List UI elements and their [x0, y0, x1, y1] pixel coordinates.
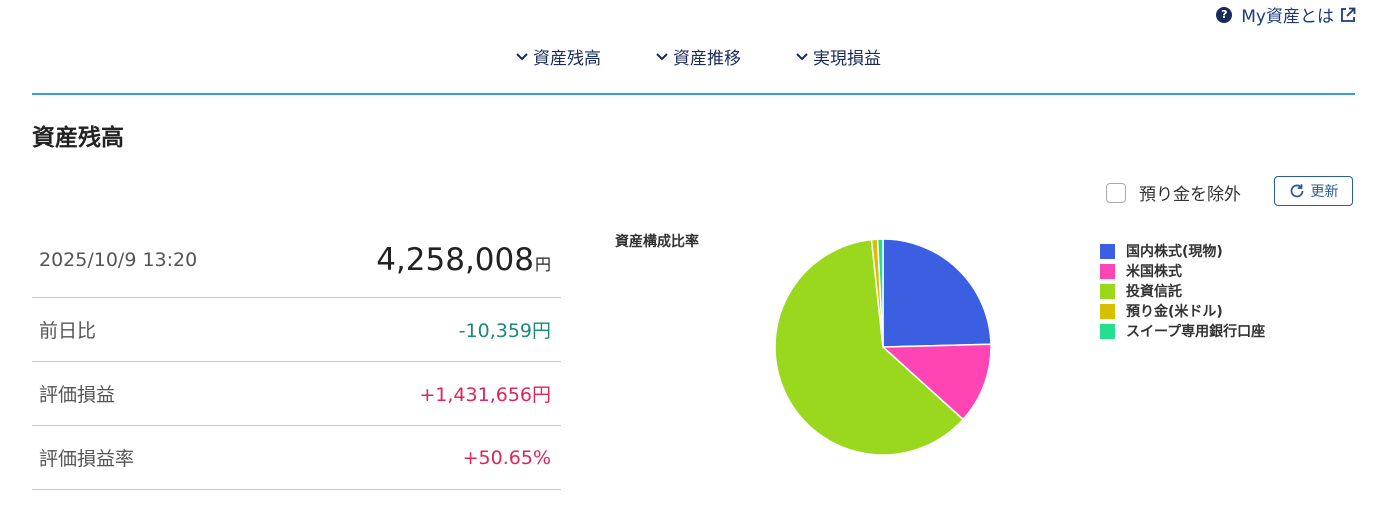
anchor-asset-trend[interactable]: 資産推移 [655, 44, 741, 69]
summary-row-unrealized-pl: 評価損益 +1,431,656円 [32, 362, 561, 426]
legend-swatch [1100, 243, 1115, 259]
unrealized-pl-value: +1,431,656円 [419, 384, 551, 406]
anchor-label: 資産推移 [673, 49, 741, 69]
summary-label: 前日比 [39, 320, 97, 342]
help-link-label: My資産とは [1241, 7, 1334, 27]
anchor-label: 実現損益 [813, 49, 881, 69]
pie-slice-1 [882, 238, 992, 348]
chart-title: 資産構成比率 [615, 234, 699, 250]
refresh-label: 更新 [1310, 184, 1339, 200]
legend-item: 預り金(米ドル) [1100, 301, 1265, 321]
legend-swatch [1100, 323, 1115, 339]
legend-label: 投資信託 [1126, 284, 1182, 300]
legend-swatch [1100, 303, 1115, 319]
day-change-value: -10,359円 [458, 320, 551, 342]
legend-item: スイープ専用銀行口座 [1100, 321, 1265, 341]
legend-label: スイープ専用銀行口座 [1126, 324, 1266, 340]
asset-summary-table: 2025/10/9 13:20 4,258,008円 前日比 -10,359円 … [32, 222, 561, 490]
summary-row-total: 2025/10/9 13:20 4,258,008円 [32, 222, 561, 298]
chart-legend: 国内株式(現物) 米国株式投資信託預り金(米ドル) スイープ専用銀行口座 [1100, 241, 1265, 341]
chevron-down-icon [516, 52, 528, 60]
chevron-down-icon [796, 52, 808, 60]
what-is-my-assets-link[interactable]: ? My資産とは [1216, 2, 1356, 27]
external-link-icon [1340, 7, 1356, 23]
anchor-label: 資産残高 [533, 49, 601, 69]
exclude-deposit-label: 預り金を除外 [1139, 185, 1241, 205]
legend-label: 預り金(米ドル) [1126, 304, 1223, 320]
total-asset-number: 4,258,008 [376, 241, 534, 278]
summary-label: 評価損益率 [39, 448, 135, 470]
anchor-realized-pl[interactable]: 実現損益 [795, 44, 881, 69]
unrealized-pl-rate-value: +50.65% [462, 446, 551, 469]
asset-composition-pie-chart [774, 238, 992, 456]
legend-swatch [1100, 263, 1115, 279]
section-divider [32, 93, 1355, 95]
legend-item: 国内株式(現物) [1100, 241, 1265, 261]
summary-label: 評価損益 [39, 384, 116, 406]
exclude-deposit-toggle[interactable]: 預り金を除外 [1106, 180, 1241, 205]
summary-row-day-change: 前日比 -10,359円 [32, 298, 561, 362]
help-icon: ? [1216, 6, 1233, 23]
page-title: 資産残高 [32, 125, 124, 151]
refresh-button[interactable]: 更新 [1274, 176, 1353, 206]
legend-item: 米国株式 [1100, 261, 1265, 281]
total-asset-value: 4,258,008円 [376, 242, 551, 278]
total-asset-unit: 円 [534, 254, 551, 274]
legend-label: 国内株式(現物) [1126, 244, 1223, 260]
anchor-asset-balance[interactable]: 資産残高 [515, 44, 601, 69]
refresh-icon [1290, 184, 1303, 198]
summary-row-unrealized-pl-rate: 評価損益率 +50.65% [32, 426, 561, 490]
anchor-nav: 資産残高 資産推移 実現損益 [0, 44, 1376, 69]
chevron-down-icon [656, 52, 668, 60]
exclude-deposit-checkbox[interactable] [1106, 182, 1126, 203]
legend-swatch [1100, 283, 1115, 299]
legend-label: 米国株式 [1126, 264, 1182, 280]
legend-item: 投資信託 [1100, 281, 1265, 301]
as-of-datetime: 2025/10/9 13:20 [39, 248, 198, 271]
